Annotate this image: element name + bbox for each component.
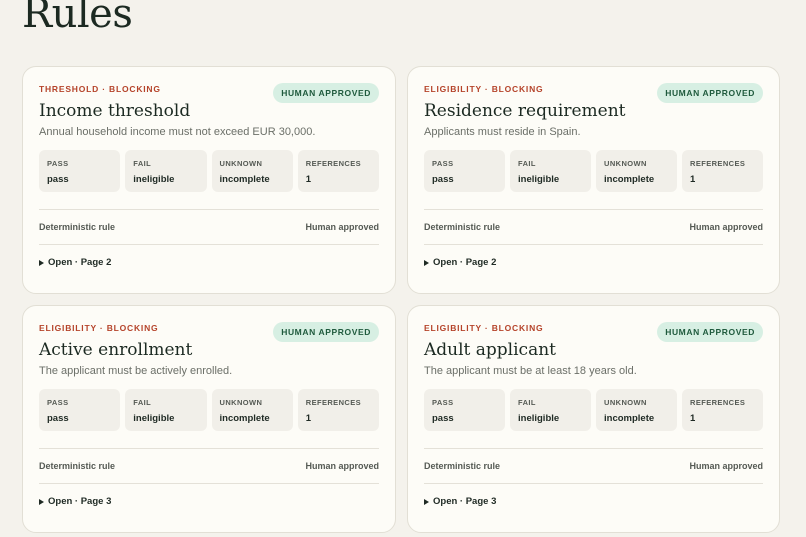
rules-grid: THRESHOLD · BLOCKING HUMAN APPROVED Inco… [22, 66, 780, 533]
rule-type: Deterministic rule [424, 461, 501, 471]
page-title: Rules [22, 0, 133, 37]
rule-meta: Deterministic rule Human approved [424, 448, 763, 484]
stat-value: pass [432, 413, 454, 424]
stat-value: ineligible [518, 174, 560, 185]
stat-value: 1 [305, 174, 312, 185]
rule-card-active-enrollment: ELIGIBILITY · BLOCKING HUMAN APPROVED Ac… [22, 305, 396, 533]
stat-label: UNKNOWN [604, 159, 647, 168]
stat-value: 1 [305, 413, 312, 424]
rule-title: Active enrollment [39, 340, 193, 360]
stat-unknown: UNKNOWN incomplete [596, 150, 677, 192]
rule-description: Applicants must reside in Spain. [424, 126, 581, 138]
triangle-right-icon [39, 259, 44, 266]
rule-card-income-threshold: THRESHOLD · BLOCKING HUMAN APPROVED Inco… [22, 66, 396, 294]
approval-badge: HUMAN APPROVED [657, 83, 763, 103]
triangle-right-icon [424, 259, 429, 266]
stat-fail: FAIL ineligible [510, 389, 591, 431]
stat-label: UNKNOWN [219, 159, 263, 168]
rule-meta: Deterministic rule Human approved [424, 209, 763, 245]
toggle-label: Open · Page 3 [433, 496, 497, 507]
toggle-label: Open · Page 2 [48, 257, 112, 268]
triangle-right-icon [424, 498, 429, 505]
stat-value: pass [47, 174, 69, 185]
stat-pass: PASS pass [424, 150, 505, 192]
approval-status: Human approved [305, 222, 379, 232]
outcome-stats: PASS pass FAIL ineligible UNKNOWN incomp… [39, 150, 379, 192]
rule-description: The applicant must be at least 18 years … [424, 365, 637, 377]
stat-value: 1 [690, 413, 696, 424]
stat-pass: PASS pass [39, 389, 121, 431]
stat-fail: FAIL ineligible [125, 150, 207, 192]
outcome-stats: PASS pass FAIL ineligible UNKNOWN incomp… [424, 389, 763, 431]
stat-label: REFERENCES [305, 398, 362, 407]
stat-value: pass [432, 174, 454, 185]
stat-references: REFERENCES 1 [297, 150, 379, 192]
stat-unknown: UNKNOWN incomplete [211, 150, 293, 192]
stat-label: PASS [47, 159, 69, 168]
rule-meta: Deterministic rule Human approved [39, 209, 379, 245]
stat-label: FAIL [133, 159, 152, 168]
stat-label: FAIL [133, 398, 152, 407]
outcome-stats: PASS pass FAIL ineligible UNKNOWN incomp… [424, 150, 763, 192]
open-details-toggle[interactable]: Open · Page 3 [424, 496, 763, 507]
stat-value: incomplete [219, 174, 270, 185]
stat-value: ineligible [133, 413, 175, 424]
stat-value: incomplete [219, 413, 270, 424]
rule-card-adult-applicant: ELIGIBILITY · BLOCKING HUMAN APPROVED Ad… [407, 305, 780, 533]
toggle-label: Open · Page 2 [433, 257, 497, 268]
stat-label: FAIL [518, 159, 536, 168]
approval-badge: HUMAN APPROVED [273, 83, 379, 103]
stat-label: PASS [432, 159, 454, 168]
stat-label: PASS [47, 398, 69, 407]
open-details-toggle[interactable]: Open · Page 2 [39, 257, 379, 268]
stat-pass: PASS pass [39, 150, 121, 192]
rule-card-residence-requirement: ELIGIBILITY · BLOCKING HUMAN APPROVED Re… [407, 66, 780, 294]
open-details-toggle[interactable]: Open · Page 2 [424, 257, 763, 268]
rule-title: Adult applicant [424, 340, 556, 360]
toggle-label: Open · Page 3 [48, 496, 112, 507]
stat-value: ineligible [518, 413, 560, 424]
stat-label: PASS [432, 398, 454, 407]
rule-description: Annual household income must not exceed … [39, 126, 316, 138]
stat-value: ineligible [133, 174, 175, 185]
stat-fail: FAIL ineligible [125, 389, 207, 431]
approval-status: Human approved [689, 222, 763, 232]
rule-meta: Deterministic rule Human approved [39, 448, 379, 484]
stat-label: REFERENCES [690, 159, 746, 168]
open-details-toggle[interactable]: Open · Page 3 [39, 496, 379, 507]
rule-description: The applicant must be actively enrolled. [39, 365, 233, 377]
stat-value: incomplete [604, 174, 655, 185]
triangle-right-icon [39, 498, 44, 505]
approval-status: Human approved [305, 461, 379, 471]
stat-references: REFERENCES 1 [682, 389, 763, 431]
stat-value: incomplete [604, 413, 655, 424]
stat-label: UNKNOWN [604, 398, 647, 407]
stat-fail: FAIL ineligible [510, 150, 591, 192]
rule-type: Deterministic rule [39, 222, 116, 232]
stat-unknown: UNKNOWN incomplete [596, 389, 677, 431]
rule-type: Deterministic rule [39, 461, 116, 471]
approval-status: Human approved [689, 461, 763, 471]
stat-unknown: UNKNOWN incomplete [211, 389, 293, 431]
rule-title: Income threshold [39, 101, 191, 121]
approval-badge: HUMAN APPROVED [657, 322, 763, 342]
approval-badge: HUMAN APPROVED [273, 322, 379, 342]
stat-references: REFERENCES 1 [682, 150, 763, 192]
rule-type: Deterministic rule [424, 222, 501, 232]
stat-label: REFERENCES [690, 398, 746, 407]
stat-label: FAIL [518, 398, 536, 407]
outcome-stats: PASS pass FAIL ineligible UNKNOWN incomp… [39, 389, 379, 431]
rule-title: Residence requirement [424, 101, 626, 121]
stat-label: REFERENCES [305, 159, 362, 168]
stat-label: UNKNOWN [219, 398, 263, 407]
stat-pass: PASS pass [424, 389, 505, 431]
stat-value: 1 [690, 174, 696, 185]
stat-references: REFERENCES 1 [297, 389, 379, 431]
stat-value: pass [47, 413, 69, 424]
